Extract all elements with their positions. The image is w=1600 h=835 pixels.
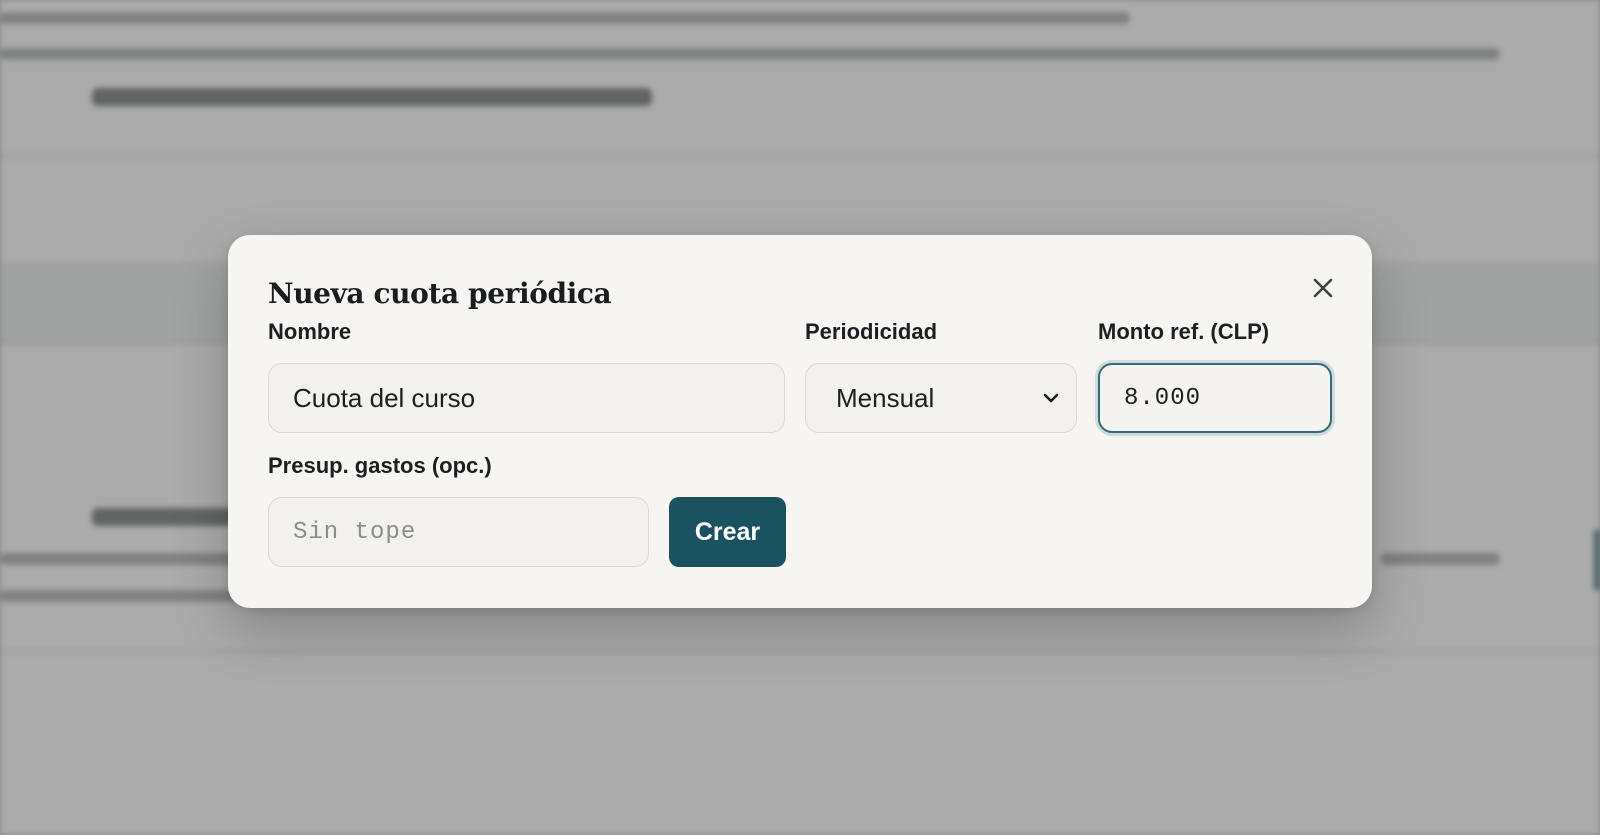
amount-label: Monto ref. (CLP) — [1098, 319, 1270, 344]
name-label: Nombre — [268, 319, 352, 344]
budget-input[interactable] — [268, 497, 649, 567]
modal-title: Nueva cuota periódica — [268, 277, 612, 310]
periodicity-label: Periodicidad — [805, 319, 938, 344]
budget-label: Presup. gastos (opc.) — [268, 453, 492, 478]
chevron-down-icon — [1043, 393, 1059, 403]
create-button[interactable]: Crear — [669, 497, 786, 567]
new-periodic-fee-modal: Nueva cuota periódica Nombre Periodicida… — [228, 235, 1372, 608]
amount-input[interactable] — [1098, 363, 1332, 433]
close-icon — [1313, 278, 1333, 298]
periodicity-select[interactable]: Mensual — [805, 363, 1077, 433]
periodicity-selected-value: Mensual — [836, 382, 935, 413]
close-button[interactable] — [1306, 271, 1340, 305]
name-input[interactable] — [268, 363, 785, 433]
